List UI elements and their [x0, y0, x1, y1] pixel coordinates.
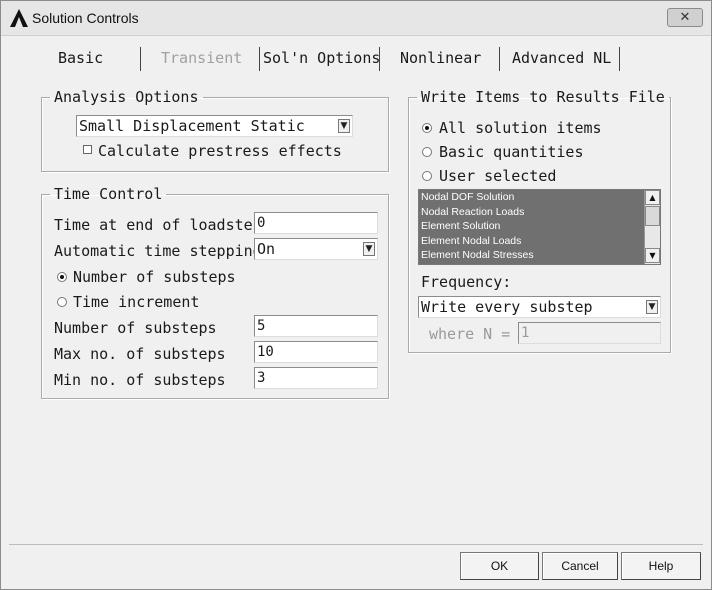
scroll-thumb[interactable]	[645, 206, 660, 226]
num-substeps-input[interactable]: 5	[254, 315, 378, 337]
list-item[interactable]: Element Nodal Stresses	[419, 248, 644, 263]
tab-advanced-nl[interactable]: Advanced NL	[512, 49, 611, 67]
list-item[interactable]: Element Nodal Loads	[419, 234, 644, 249]
auto-step-select[interactable]: On ▼	[254, 238, 378, 260]
tab-soln-options[interactable]: Sol'n Options	[263, 49, 380, 67]
end-time-label: Time at end of loadstep	[54, 216, 262, 234]
ok-button[interactable]: OK	[460, 552, 539, 580]
prestress-checkbox[interactable]	[83, 145, 92, 154]
user-selected-label: User selected	[439, 167, 557, 185]
results-items-listbox[interactable]: Nodal DOF Solution Nodal Reaction Loads …	[418, 189, 661, 265]
tab-basic[interactable]: Basic	[58, 49, 103, 67]
dropdown-arrow-icon: ▼	[338, 119, 350, 133]
list-item[interactable]: Element Solution	[419, 219, 644, 234]
all-items-radio[interactable]	[422, 123, 432, 133]
help-button[interactable]: Help	[621, 552, 701, 580]
basic-quantities-label: Basic quantities	[439, 143, 584, 161]
frequency-label: Frequency:	[421, 273, 512, 291]
substeps-radio-label: Number of substeps	[73, 268, 236, 286]
close-button[interactable]: ✕	[667, 8, 703, 27]
list-scrollbar[interactable]: ▲ ▼	[644, 190, 660, 264]
button-bar-divider	[9, 544, 703, 545]
all-items-label: All solution items	[439, 119, 602, 137]
tab-separator	[259, 47, 260, 71]
num-substeps-label: Number of substeps	[54, 319, 217, 337]
window-title: Solution Controls	[32, 10, 139, 26]
max-substeps-input[interactable]: 10	[254, 341, 378, 363]
list-item[interactable]: Nodal Reaction Loads	[419, 205, 644, 220]
list-item[interactable]: Nodal DOF Solution	[419, 190, 644, 205]
tab-separator	[619, 47, 620, 71]
max-substeps-label: Max no. of substeps	[54, 345, 226, 363]
write-items-legend: Write Items to Results File	[421, 88, 665, 106]
min-substeps-label: Min no. of substeps	[54, 371, 226, 389]
time-increment-radio-label: Time increment	[73, 293, 200, 311]
analysis-type-select[interactable]: Small Displacement Static ▼	[76, 115, 353, 137]
analysis-options-legend: Analysis Options	[54, 88, 199, 106]
analysis-type-value: Small Displacement Static	[79, 117, 305, 135]
user-selected-radio[interactable]	[422, 171, 432, 181]
where-n-input: 1	[518, 322, 661, 344]
cancel-button[interactable]: Cancel	[542, 552, 618, 580]
tab-separator	[379, 47, 380, 71]
scroll-up-arrow-icon[interactable]: ▲	[645, 190, 660, 205]
basic-quantities-radio[interactable]	[422, 147, 432, 157]
end-time-input[interactable]: 0	[254, 212, 378, 234]
min-substeps-input[interactable]: 3	[254, 367, 378, 389]
close-icon: ✕	[679, 10, 691, 25]
tab-separator	[140, 47, 141, 71]
auto-step-label: Automatic time stepping	[54, 242, 262, 260]
results-items-list: Nodal DOF Solution Nodal Reaction Loads …	[419, 190, 644, 264]
time-control-legend: Time Control	[54, 185, 163, 203]
scroll-down-arrow-icon[interactable]: ▼	[645, 248, 660, 263]
where-n-label: where N =	[429, 325, 511, 343]
solution-controls-dialog: Solution Controls ✕ Basic Transient Sol'…	[0, 0, 712, 590]
time-increment-radio[interactable]	[57, 297, 67, 307]
dropdown-arrow-icon: ▼	[363, 242, 375, 256]
tab-separator	[499, 47, 500, 71]
auto-step-value: On	[257, 240, 276, 258]
frequency-value: Write every substep	[421, 298, 593, 316]
prestress-label: Calculate prestress effects	[98, 142, 342, 160]
tab-transient: Transient	[161, 49, 243, 67]
substeps-radio[interactable]	[57, 272, 67, 282]
dropdown-arrow-icon: ▼	[646, 300, 658, 314]
title-bar: Solution Controls ✕	[1, 1, 711, 36]
tab-nonlinear[interactable]: Nonlinear	[400, 49, 481, 67]
ansys-logo-icon	[10, 9, 28, 27]
frequency-select[interactable]: Write every substep ▼	[418, 296, 661, 318]
